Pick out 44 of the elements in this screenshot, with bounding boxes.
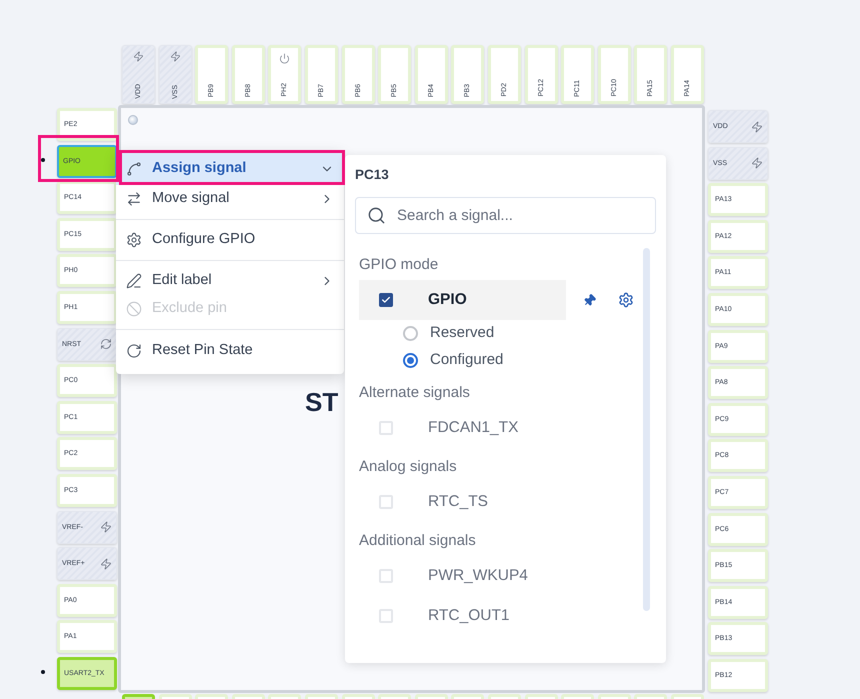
radio-label: Configured	[430, 350, 504, 370]
radio-button[interactable]	[403, 326, 418, 341]
section-title: GPIO mode	[359, 255, 440, 275]
signal-row[interactable]: RTC_TS	[359, 482, 571, 522]
refresh-icon	[100, 338, 112, 350]
signal-row[interactable]: FDCAN1_TX	[359, 408, 571, 448]
checkbox[interactable]	[379, 495, 393, 509]
checkbox[interactable]	[379, 421, 393, 435]
menu-item[interactable]: Reset Pin State	[116, 337, 344, 365]
ban-icon	[126, 301, 142, 317]
bolt-icon	[133, 50, 144, 62]
checkbox[interactable]	[379, 569, 393, 583]
settings-icon	[126, 232, 142, 248]
checkbox[interactable]	[379, 293, 393, 307]
menu-item[interactable]: Move signal	[116, 185, 344, 213]
menu-item[interactable]: Edit label	[116, 267, 344, 295]
bolt-icon	[751, 157, 763, 170]
signal-row[interactable]: GPIO	[359, 280, 566, 320]
menu-item[interactable]: Configure GPIO	[116, 226, 344, 254]
pencil-icon	[126, 273, 142, 289]
checkbox[interactable]	[379, 609, 393, 623]
scrollbar[interactable]	[643, 248, 650, 611]
signal-row[interactable]: PWR_WKUP4	[359, 556, 571, 596]
section-title: Analog signals	[359, 457, 458, 477]
radio-button[interactable]	[403, 353, 418, 368]
panel-title: PC13	[355, 167, 390, 183]
bolt-icon	[100, 558, 112, 570]
search-field[interactable]: Search a signal...	[355, 197, 656, 234]
radio-label: Reserved	[430, 323, 494, 344]
settings-icon[interactable]	[618, 292, 634, 308]
bolt-icon	[170, 50, 181, 62]
section-title: Additional signals	[359, 531, 477, 551]
check-icon	[381, 295, 391, 305]
swap-arrows-icon	[126, 191, 142, 207]
signal-row[interactable]: RTC_OUT1	[359, 596, 571, 636]
section-title: Alternate signals	[359, 383, 471, 403]
bolt-icon	[751, 120, 763, 132]
bolt-icon	[100, 521, 112, 534]
pin-one-marker	[128, 115, 138, 125]
route-icon	[126, 161, 142, 177]
reload-icon	[126, 343, 142, 359]
power-icon	[279, 52, 290, 64]
chip-title: ST	[305, 387, 338, 417]
search-icon	[367, 206, 386, 225]
